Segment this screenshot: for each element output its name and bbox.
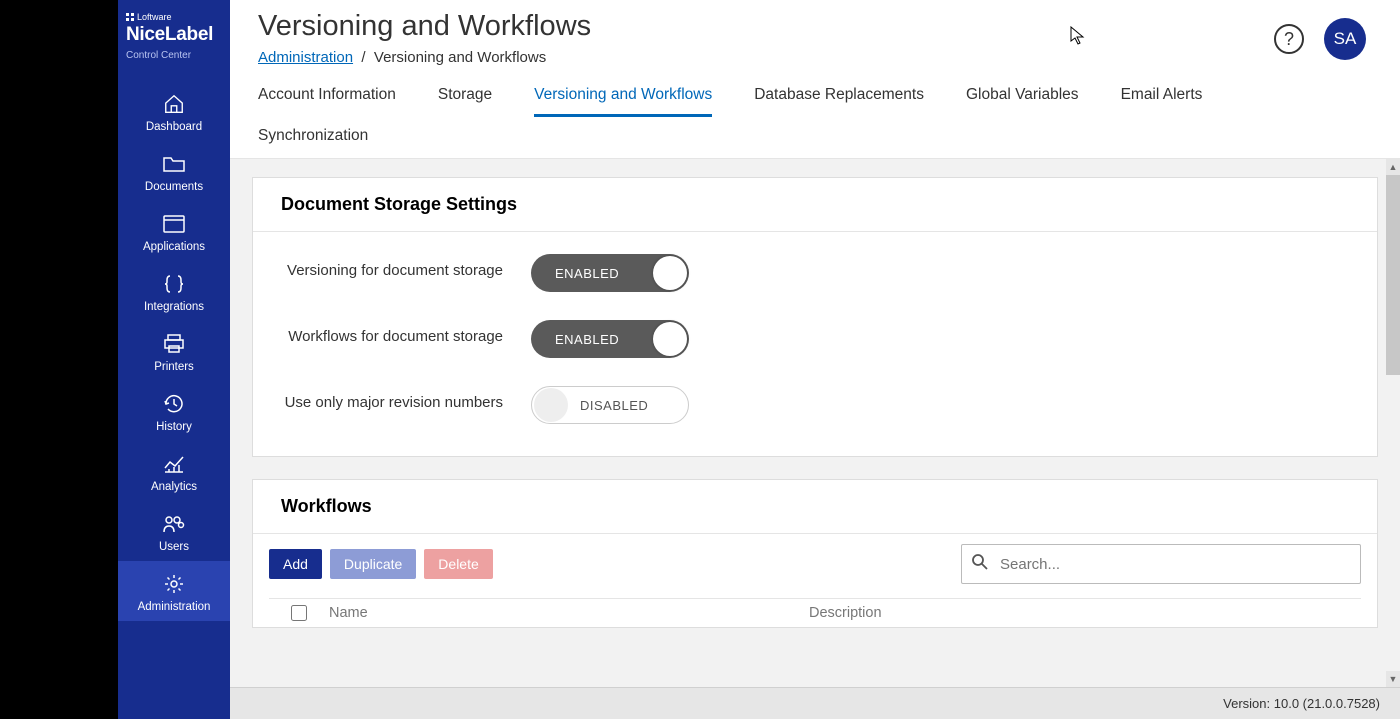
sidebar-item-label: Analytics bbox=[151, 481, 197, 493]
sidebar: Loftware NiceLabel Control Center Dashbo… bbox=[118, 0, 230, 719]
header: Versioning and Workflows Administration … bbox=[230, 0, 1400, 70]
toggle-state-text: ENABLED bbox=[555, 266, 619, 281]
footer: Version: 10.0 (21.0.0.7528) bbox=[230, 687, 1400, 719]
select-all-checkbox[interactable] bbox=[291, 605, 307, 621]
search-input[interactable] bbox=[990, 550, 1352, 579]
workflows-table: Name Description bbox=[269, 598, 1361, 627]
setting-label: Use only major revision numbers bbox=[281, 386, 531, 415]
sidebar-item-label: Integrations bbox=[144, 301, 204, 313]
setting-row-major-revision: Use only major revision numbers DISABLED bbox=[281, 386, 1349, 424]
sidebar-item-analytics[interactable]: Analytics bbox=[118, 441, 230, 501]
table-header: Name Description bbox=[269, 599, 1361, 627]
setting-row-workflows: Workflows for document storage ENABLED bbox=[281, 320, 1349, 358]
tab-versioning-workflows[interactable]: Versioning and Workflows bbox=[534, 76, 712, 117]
tab-email-alerts[interactable]: Email Alerts bbox=[1121, 76, 1203, 117]
sidebar-item-printers[interactable]: Printers bbox=[118, 321, 230, 381]
panel-title: Workflows bbox=[253, 480, 1377, 534]
sidebar-item-label: Administration bbox=[138, 601, 211, 613]
logo-top: Loftware bbox=[126, 12, 222, 22]
printer-icon bbox=[161, 331, 187, 357]
setting-label: Workflows for document storage bbox=[281, 320, 531, 349]
logo-sub-text: Control Center bbox=[126, 50, 222, 61]
page-title: Versioning and Workflows bbox=[258, 10, 1274, 43]
sidebar-item-label: Applications bbox=[143, 241, 205, 253]
toggle-knob bbox=[653, 256, 687, 290]
toggle-state-text: ENABLED bbox=[555, 332, 619, 347]
duplicate-button[interactable]: Duplicate bbox=[330, 549, 416, 579]
panel-document-storage-settings: Document Storage Settings Versioning for… bbox=[252, 177, 1378, 457]
tabs: Account Information Storage Versioning a… bbox=[230, 70, 1400, 159]
home-icon bbox=[161, 91, 187, 117]
gear-icon bbox=[161, 571, 187, 597]
sidebar-item-history[interactable]: History bbox=[118, 381, 230, 441]
toggle-knob bbox=[653, 322, 687, 356]
column-description[interactable]: Description bbox=[809, 605, 1361, 621]
nav: Dashboard Documents Applications Integra… bbox=[118, 81, 230, 621]
sidebar-item-integrations[interactable]: Integrations bbox=[118, 261, 230, 321]
search-box[interactable] bbox=[961, 544, 1361, 584]
logo-main-text: NiceLabel bbox=[126, 24, 222, 46]
tab-synchronization[interactable]: Synchronization bbox=[258, 117, 368, 158]
toggle-major-revision[interactable]: DISABLED bbox=[531, 386, 689, 424]
breadcrumb: Administration / Versioning and Workflow… bbox=[258, 49, 1274, 66]
toggle-versioning[interactable]: ENABLED bbox=[531, 254, 689, 292]
tab-storage[interactable]: Storage bbox=[438, 76, 492, 117]
sidebar-item-label: Dashboard bbox=[146, 121, 202, 133]
toggle-state-text: DISABLED bbox=[580, 398, 648, 413]
logo: Loftware NiceLabel Control Center bbox=[118, 0, 230, 67]
toggle-knob bbox=[534, 388, 568, 422]
setting-label: Versioning for document storage bbox=[281, 254, 531, 283]
setting-row-versioning: Versioning for document storage ENABLED bbox=[281, 254, 1349, 292]
sidebar-item-users[interactable]: Users bbox=[118, 501, 230, 561]
tab-account-information[interactable]: Account Information bbox=[258, 76, 396, 117]
black-sidebar bbox=[0, 0, 118, 719]
sidebar-item-administration[interactable]: Administration bbox=[118, 561, 230, 621]
scrollbar[interactable]: ▲ ▼ bbox=[1386, 159, 1400, 687]
tab-database-replacements[interactable]: Database Replacements bbox=[754, 76, 924, 117]
sidebar-item-applications[interactable]: Applications bbox=[118, 201, 230, 261]
braces-icon bbox=[161, 271, 187, 297]
scroll-up-icon[interactable]: ▲ bbox=[1386, 159, 1400, 175]
column-name[interactable]: Name bbox=[329, 605, 809, 621]
logo-top-text: Loftware bbox=[137, 12, 172, 22]
search-icon bbox=[970, 552, 990, 577]
help-icon[interactable]: ? bbox=[1274, 24, 1304, 54]
chart-icon bbox=[161, 451, 187, 477]
sidebar-item-label: Printers bbox=[154, 361, 194, 373]
history-icon bbox=[161, 391, 187, 417]
scroll-down-icon[interactable]: ▼ bbox=[1386, 671, 1400, 687]
add-button[interactable]: Add bbox=[269, 549, 322, 579]
sidebar-item-dashboard[interactable]: Dashboard bbox=[118, 81, 230, 141]
sidebar-item-label: Documents bbox=[145, 181, 203, 193]
tab-global-variables[interactable]: Global Variables bbox=[966, 76, 1079, 117]
scroll-thumb[interactable] bbox=[1386, 175, 1400, 375]
window-icon bbox=[161, 211, 187, 237]
main: Versioning and Workflows Administration … bbox=[230, 0, 1400, 719]
sidebar-item-label: Users bbox=[159, 541, 189, 553]
panel-title: Document Storage Settings bbox=[253, 178, 1377, 232]
toggle-workflows[interactable]: ENABLED bbox=[531, 320, 689, 358]
delete-button[interactable]: Delete bbox=[424, 549, 492, 579]
users-icon bbox=[161, 511, 187, 537]
panel-workflows: Workflows Add Duplicate Delete Name Desc bbox=[252, 479, 1378, 628]
sidebar-item-label: History bbox=[156, 421, 192, 433]
breadcrumb-current: Versioning and Workflows bbox=[374, 49, 546, 66]
content: Document Storage Settings Versioning for… bbox=[230, 159, 1400, 687]
folder-icon bbox=[161, 151, 187, 177]
breadcrumb-sep: / bbox=[357, 49, 374, 66]
breadcrumb-root-link[interactable]: Administration bbox=[258, 49, 353, 66]
version-text: Version: 10.0 (21.0.0.7528) bbox=[1223, 696, 1380, 711]
logo-mark-icon bbox=[126, 13, 134, 21]
workflows-toolbar: Add Duplicate Delete bbox=[253, 534, 1377, 594]
avatar[interactable]: SA bbox=[1324, 18, 1366, 60]
sidebar-item-documents[interactable]: Documents bbox=[118, 141, 230, 201]
